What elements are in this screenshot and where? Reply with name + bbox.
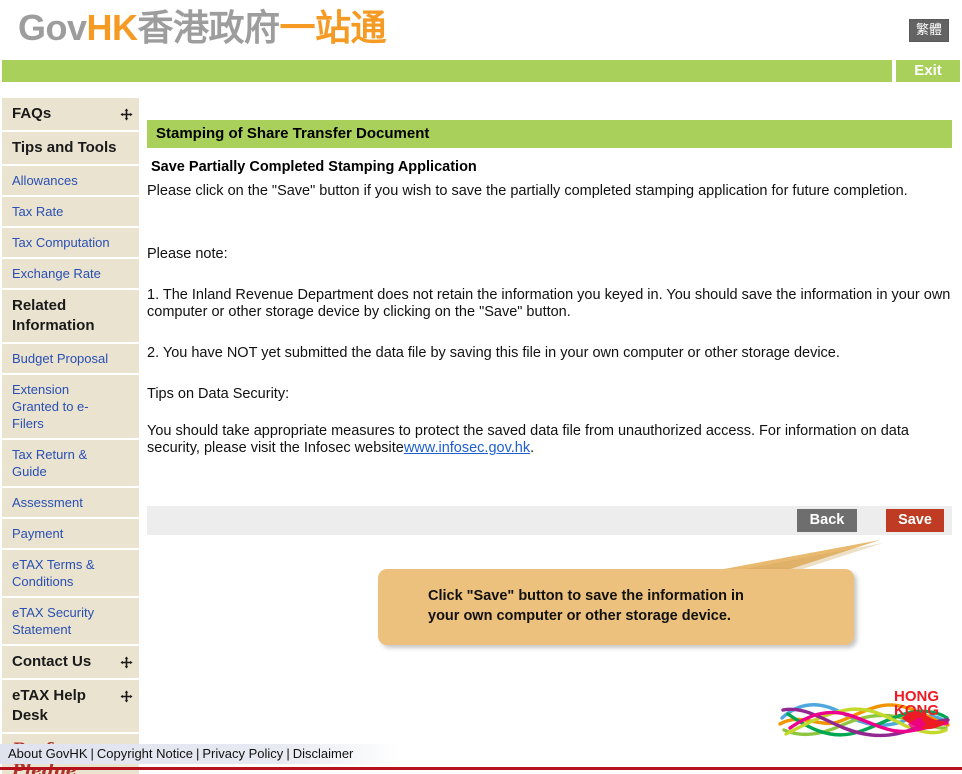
logo-hk-text: HK [86, 7, 139, 48]
note-item-2: 2. You have NOT yet submitted the data f… [147, 345, 840, 361]
sidebar-item-tips-and-tools[interactable]: Tips and Tools [2, 132, 139, 166]
callout-line-2: your own computer or other storage devic… [428, 608, 731, 624]
callout-line-1: Click "Save" button to save the informat… [428, 588, 744, 604]
govhk-logo[interactable]: GovHK香港政府一站通 [18, 6, 387, 50]
sidebar-item-label: FAQs [12, 105, 52, 122]
tips-paragraph: You should take appropriate measures to … [147, 423, 952, 457]
logo-chinese-orange: 一站通 [279, 7, 387, 48]
sidebar-item-allowances[interactable]: Allowances [2, 166, 139, 197]
sidebar-item-faqs[interactable]: FAQs [2, 98, 139, 132]
exit-button[interactable]: Exit [896, 60, 960, 82]
sidebar-item-tax-computation[interactable]: Tax Computation [2, 228, 139, 259]
sidebar-item-label: eTAX Security Statement [12, 605, 95, 637]
save-button[interactable]: Save [886, 509, 944, 532]
sidebar-item-budget-proposal[interactable]: Budget Proposal [2, 344, 139, 375]
footer-separator: | [286, 746, 290, 761]
footer-separator: | [196, 746, 200, 761]
footer-link-about-govhk[interactable]: About GovHK [8, 746, 88, 761]
tips-text-after: . [530, 440, 535, 456]
sidebar-item-label: Budget Proposal [12, 351, 109, 366]
sidebar-item-extension-granted-to-e-filers[interactable]: Extension Granted to e-Filers [2, 375, 139, 440]
back-button[interactable]: Back [797, 509, 857, 532]
hong-kong-brand-logo: HONG KONG [778, 688, 950, 738]
sidebar-item-etax-help-desk[interactable]: eTAX Help Desk [2, 680, 139, 734]
sidebar-item-etax-terms-and-conditions[interactable]: eTAX Terms & Conditions [2, 550, 139, 598]
sidebar-item-tax-return-and-guide[interactable]: Tax Return & Guide [2, 440, 139, 488]
green-nav-strip [2, 60, 892, 82]
footer-red-rule [0, 767, 962, 770]
sidebar-item-label: eTAX Help Desk [12, 687, 86, 724]
logo-gov-text: Gov [18, 7, 87, 48]
tips-heading: Tips on Data Security: [147, 386, 290, 402]
footer-separator: | [90, 746, 94, 761]
sidebar-item-label: Contact Us [12, 653, 92, 670]
sidebar-item-label: Tax Rate [12, 204, 64, 219]
callout-annotation: Click "Save" button to save the informat… [370, 536, 890, 646]
page-title: Stamping of Share Transfer Document [147, 120, 952, 148]
sidebar-item-label: Extension Granted to e-Filers [12, 382, 89, 431]
brand-bar: GovHK香港政府一站通 繁體 [0, 0, 962, 56]
sidebar-item-label: Assessment [12, 495, 83, 510]
sidebar-item-assessment[interactable]: Assessment [2, 488, 139, 519]
sidebar-item-label: Tips and Tools [12, 139, 117, 156]
main-content: Stamping of Share Transfer Document Save… [147, 120, 952, 457]
sidebar-item-label: Tax Return & Guide [12, 447, 88, 479]
sidebar-item-etax-security-statement[interactable]: eTAX Security Statement [2, 598, 139, 646]
sidebar-nav: FAQs Tips and Tools Allowances Tax Rate … [2, 97, 139, 774]
sidebar-item-exchange-rate[interactable]: Exchange Rate [2, 259, 139, 290]
logo-chinese-grey: 香港政府 [137, 7, 281, 48]
sidebar-item-tax-rate[interactable]: Tax Rate [2, 197, 139, 228]
govhk-etax-page: GovHK香港政府一站通 繁體 Exit FAQs Tips and Tools… [0, 0, 962, 774]
footer-link-copyright-notice[interactable]: Copyright Notice [97, 746, 193, 761]
form-button-bar: Back Save [147, 506, 952, 535]
sidebar-item-label: Payment [12, 526, 64, 541]
sidebar-item-label: Exchange Rate [12, 266, 101, 281]
sidebar-item-label: Allowances [12, 173, 78, 188]
footer-links: About GovHK | Copyright Notice | Privacy Pol… [0, 744, 400, 764]
expand-icon[interactable] [120, 108, 133, 121]
expand-icon[interactable] [120, 690, 133, 703]
note-heading: Please note: [147, 246, 228, 262]
sidebar-item-label: eTAX Terms & Conditions [12, 557, 95, 589]
section-subtitle: Save Partially Completed Stamping Applic… [151, 159, 477, 175]
sidebar-item-payment[interactable]: Payment [2, 519, 139, 550]
note-item-1: 1. The Inland Revenue Department does no… [147, 287, 951, 320]
infosec-website-link[interactable]: www.infosec.gov.hk [404, 440, 530, 456]
footer-link-disclaimer[interactable]: Disclaimer [293, 746, 354, 761]
sidebar-item-related-information[interactable]: Related Information [2, 290, 139, 344]
sidebar-item-label: Tax Computation [12, 235, 110, 250]
sidebar-item-label: Related Information [12, 297, 95, 334]
callout-text-box: Click "Save" button to save the informat… [378, 569, 854, 645]
hk-brand-line2: KONG [894, 702, 939, 719]
language-toggle-button[interactable]: 繁體 [908, 19, 949, 42]
intro-paragraph: Please click on the "Save" button if you… [147, 183, 908, 199]
expand-icon[interactable] [120, 656, 133, 669]
sidebar-item-contact-us[interactable]: Contact Us [2, 646, 139, 680]
footer-link-privacy-policy[interactable]: Privacy Policy [202, 746, 283, 761]
